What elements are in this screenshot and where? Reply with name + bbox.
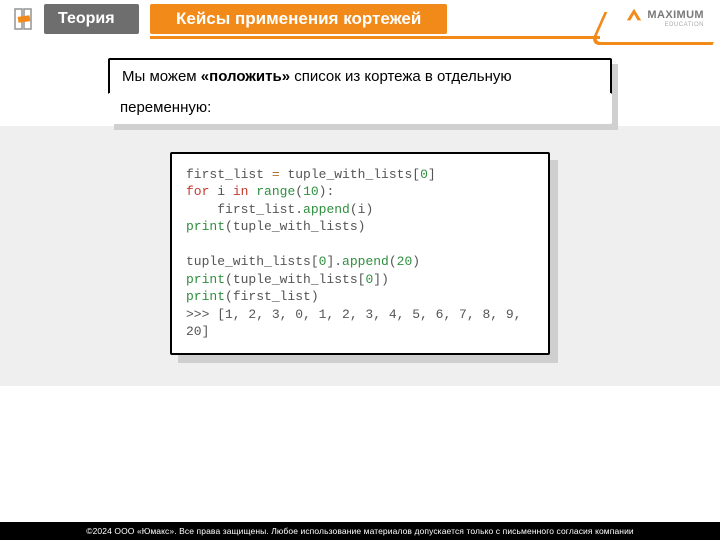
slide-header: Теория Кейсы применения кортежей MAXIMUM… [0,0,720,40]
code-l6e: ( [389,254,397,269]
code-l6d: append [342,254,389,269]
callout-text-2: переменную: [120,99,211,116]
footer-text: ©2024 ООО «Юмакс». Все права защищены. Л… [86,526,634,536]
slide-title: Кейсы применения кортежей [176,9,421,29]
code-l8a: print [186,289,225,304]
code-l2f: ( [295,184,303,199]
code-l2c: in [233,184,249,199]
code-l2g: 10 [303,184,319,199]
code-l3b: append [303,202,350,217]
code-l2h: ): [319,184,335,199]
code-l7a: print [186,272,225,287]
code-l1a: first_list [186,167,272,182]
callout-box: Мы можем «положить» список из кортежа в … [108,58,612,95]
code-l4a: print [186,219,225,234]
code-l4b: (tuple_with_lists) [225,219,365,234]
code-l9: >>> [1, 2, 3, 0, 1, 2, 3, 4, 5, 6, 7, 8,… [186,307,529,340]
section-badge-text: Теория [58,10,115,28]
code-l1c: tuple_with_lists[ [280,167,420,182]
code-l6g: ) [412,254,420,269]
section-icon [10,4,40,34]
code-block: first_list = tuple_with_lists[0] for i i… [170,152,550,355]
callout-text-1c: список из кортежа в отдельную [290,68,512,85]
code-l2e: range [256,184,295,199]
code-l6c: ]. [326,254,342,269]
code-l6f: 20 [397,254,413,269]
code-box: first_list = tuple_with_lists[0] for i i… [170,152,550,355]
callout: Мы можем «положить» список из кортежа в … [108,58,612,124]
code-l3a: first_list. [186,202,303,217]
code-l2b: i [209,184,232,199]
code-l6a: tuple_with_lists[ [186,254,319,269]
header-rule [0,36,720,39]
code-l1e: ] [428,167,436,182]
code-l1b: = [272,167,280,182]
code-l2a: for [186,184,209,199]
code-l8b: (first_list) [225,289,319,304]
code-l3c: (i) [350,202,373,217]
callout-text-1a: Мы можем [122,68,201,85]
slide-footer: ©2024 ООО «Юмакс». Все права защищены. Л… [0,522,720,540]
section-badge: Теория [44,4,139,34]
code-l7b: (tuple_with_lists[ [225,272,365,287]
slide-title-bar: Кейсы применения кортежей [150,4,447,34]
slide-body: Мы можем «положить» список из кортежа в … [0,58,720,355]
callout-box-2: переменную: [108,93,612,124]
callout-text-1b: «положить» [201,68,290,85]
code-l1d: 0 [420,167,428,182]
code-l7d: ]) [373,272,389,287]
